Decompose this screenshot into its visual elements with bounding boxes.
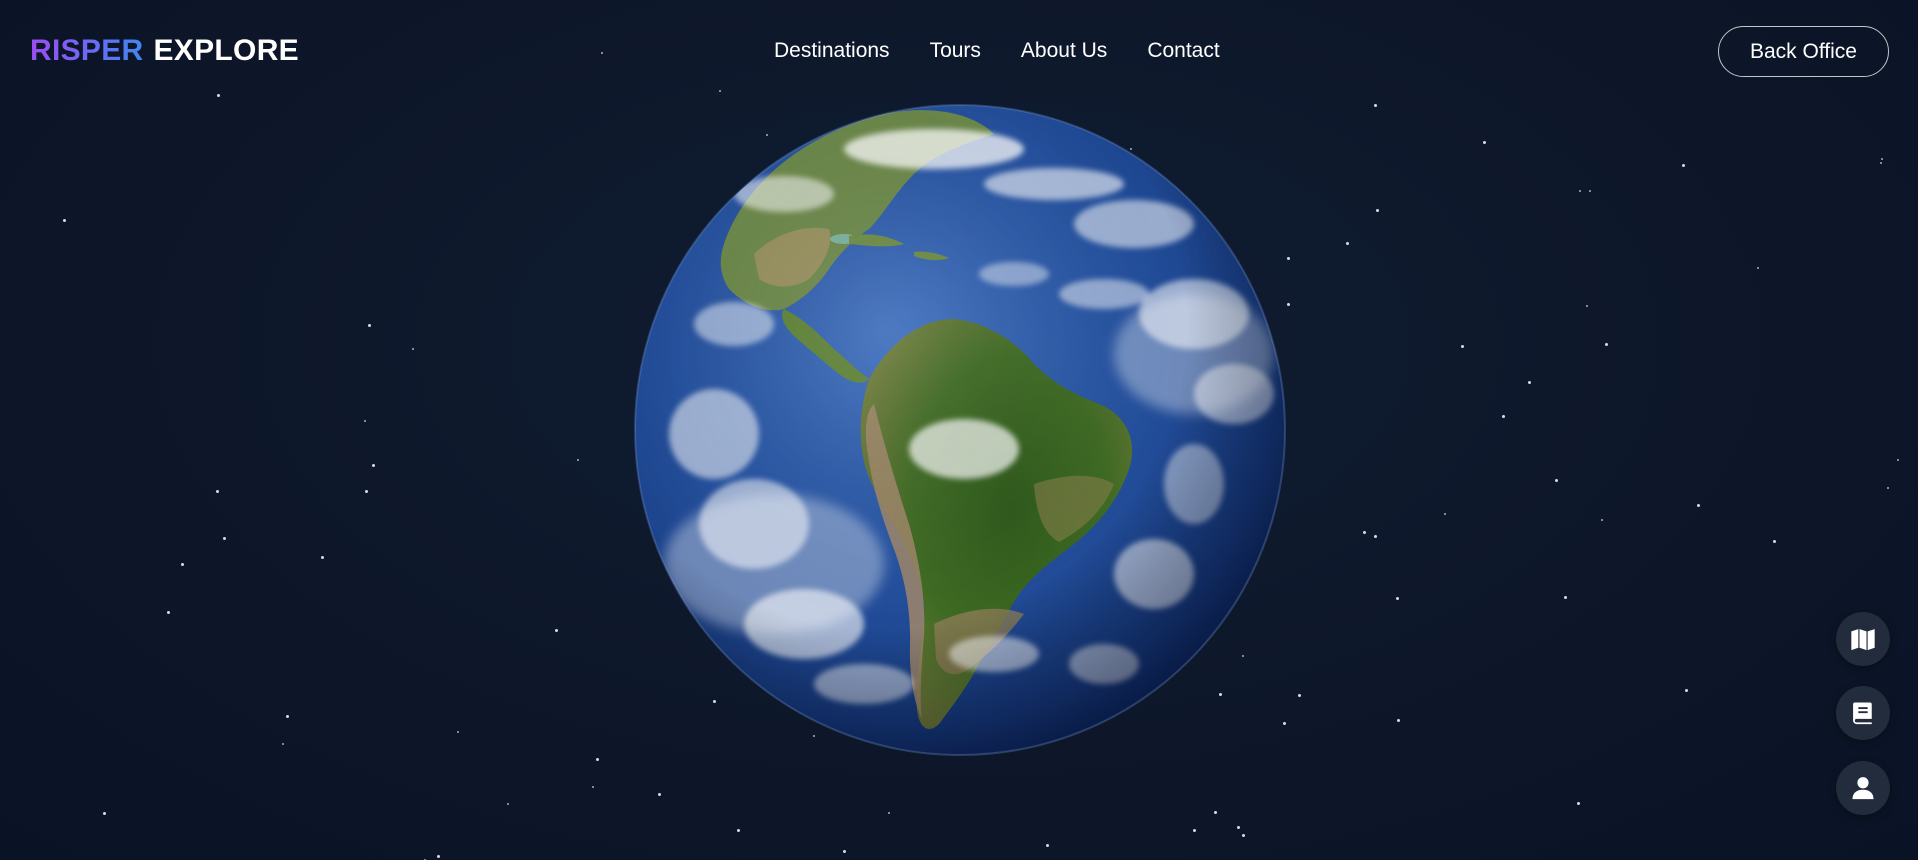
main-nav: Destinations Tours About Us Contact: [774, 38, 1220, 64]
star: [1555, 479, 1558, 482]
user-icon: [1852, 777, 1874, 800]
star: [1483, 141, 1486, 144]
earth-globe[interactable]: [634, 104, 1286, 756]
back-office-button[interactable]: Back Office: [1718, 26, 1889, 77]
star: [1046, 844, 1049, 847]
user-button[interactable]: [1836, 761, 1890, 815]
star: [1374, 104, 1377, 107]
star: [1880, 162, 1882, 164]
brand-logo-part2: EXPLORE: [153, 34, 299, 67]
star: [1897, 459, 1899, 461]
star: [555, 629, 558, 632]
star: [103, 812, 106, 815]
star: [223, 537, 226, 540]
map-icon: [1851, 629, 1875, 651]
star: [1528, 381, 1531, 384]
star: [1363, 531, 1366, 534]
star: [1214, 811, 1217, 814]
star: [1374, 535, 1377, 538]
star: [1586, 305, 1588, 307]
star: [1287, 303, 1290, 306]
star: [1579, 190, 1581, 192]
star: [1697, 504, 1700, 507]
star: [372, 464, 375, 467]
star: [1444, 513, 1446, 515]
star: [1193, 829, 1196, 832]
nav-link-about-us[interactable]: About Us: [1021, 38, 1107, 64]
earth-globe-image: [634, 104, 1286, 756]
star: [1298, 694, 1301, 697]
page: RISPER EXPLORE Destinations Tours About U…: [0, 0, 1918, 860]
star: [1502, 415, 1505, 418]
star: [1757, 267, 1759, 269]
star: [658, 793, 661, 796]
star: [843, 850, 846, 853]
star: [167, 611, 170, 614]
star: [1376, 209, 1379, 212]
star: [737, 829, 740, 832]
star: [1881, 158, 1883, 160]
star: [1773, 540, 1776, 543]
brand-logo-part1: RISPER: [30, 34, 144, 67]
star: [412, 348, 414, 350]
star: [1601, 519, 1603, 521]
star: [1397, 719, 1400, 722]
star: [1682, 164, 1685, 167]
star: [368, 324, 371, 327]
star: [1685, 689, 1688, 692]
star: [1589, 190, 1591, 192]
star: [1461, 345, 1464, 348]
star: [577, 459, 579, 461]
star: [282, 743, 284, 745]
nav-link-destinations[interactable]: Destinations: [774, 38, 890, 64]
star: [1237, 826, 1240, 829]
star: [1396, 597, 1399, 600]
star: [321, 556, 324, 559]
nav-link-contact[interactable]: Contact: [1147, 38, 1219, 64]
star: [592, 786, 594, 788]
star: [888, 812, 890, 814]
star: [63, 219, 66, 222]
nav-link-tours[interactable]: Tours: [930, 38, 981, 64]
star: [216, 490, 219, 493]
top-nav-bar: RISPER EXPLORE Destinations Tours About U…: [0, 0, 1918, 104]
star: [457, 731, 459, 733]
star: [181, 563, 184, 566]
brand-logo[interactable]: RISPER EXPLORE: [30, 33, 299, 69]
star: [1346, 242, 1349, 245]
star: [596, 758, 599, 761]
map-button[interactable]: [1836, 612, 1890, 666]
star: [1577, 802, 1580, 805]
star: [507, 803, 509, 805]
book-button[interactable]: [1836, 686, 1890, 740]
star: [365, 490, 368, 493]
star: [1242, 834, 1245, 837]
star: [1287, 257, 1290, 260]
star: [1605, 343, 1608, 346]
star: [286, 715, 289, 718]
book-icon: [1853, 702, 1872, 725]
star: [1564, 596, 1567, 599]
star: [364, 420, 366, 422]
star: [1887, 487, 1889, 489]
star: [437, 855, 440, 858]
